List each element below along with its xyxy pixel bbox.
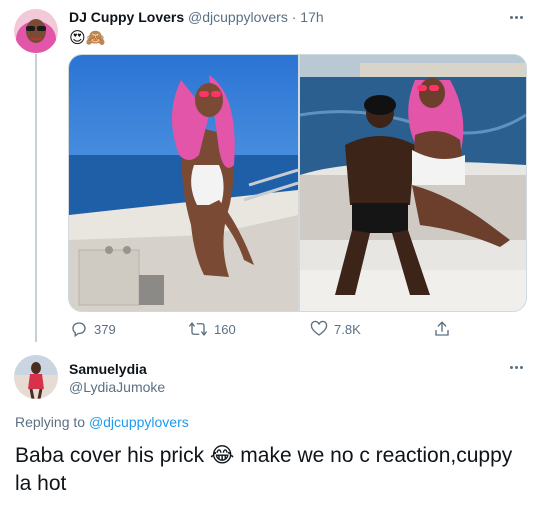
- retweet-icon: [189, 322, 207, 336]
- display-name[interactable]: Samuelydia: [69, 361, 147, 377]
- more-options-icon[interactable]: [510, 16, 523, 19]
- replying-to-handle[interactable]: @djcuppylovers: [89, 414, 189, 430]
- like-count: 7.8K: [334, 321, 361, 337]
- replying-to-line: Replying to @djcuppylovers: [15, 414, 189, 430]
- retweet-count: 160: [214, 321, 236, 337]
- reply-action[interactable]: 379: [70, 320, 116, 338]
- separator: ·: [291, 9, 297, 25]
- reply-text: Baba cover his prick 😂 make we no c reac…: [15, 444, 513, 495]
- handle[interactable]: @djcuppylovers: [188, 9, 288, 25]
- tweet-photo-left[interactable]: [68, 54, 299, 312]
- reply-icon: [72, 322, 86, 338]
- display-name[interactable]: DJ Cuppy Lovers: [69, 9, 184, 25]
- handle[interactable]: @LydiaJumoke: [69, 379, 165, 395]
- timestamp[interactable]: 17h: [300, 9, 323, 25]
- reply-count: 379: [94, 321, 116, 337]
- share-icon: [435, 321, 449, 336]
- like-action[interactable]: 7.8K: [310, 320, 361, 338]
- heart-icon: [310, 320, 328, 336]
- tweet-text: 😍🙈: [69, 30, 106, 47]
- thread-line: [35, 54, 37, 342]
- share-action[interactable]: [433, 320, 451, 338]
- tweet-header: DJ Cuppy Lovers @djcuppylovers · 17h: [69, 9, 324, 25]
- tweet-photo-right[interactable]: [299, 54, 527, 312]
- replying-prefix: Replying to: [15, 414, 86, 430]
- more-options-icon[interactable]: [510, 366, 523, 369]
- avatar[interactable]: [14, 9, 58, 53]
- retweet-action[interactable]: 160: [188, 320, 236, 338]
- avatar[interactable]: [14, 355, 58, 399]
